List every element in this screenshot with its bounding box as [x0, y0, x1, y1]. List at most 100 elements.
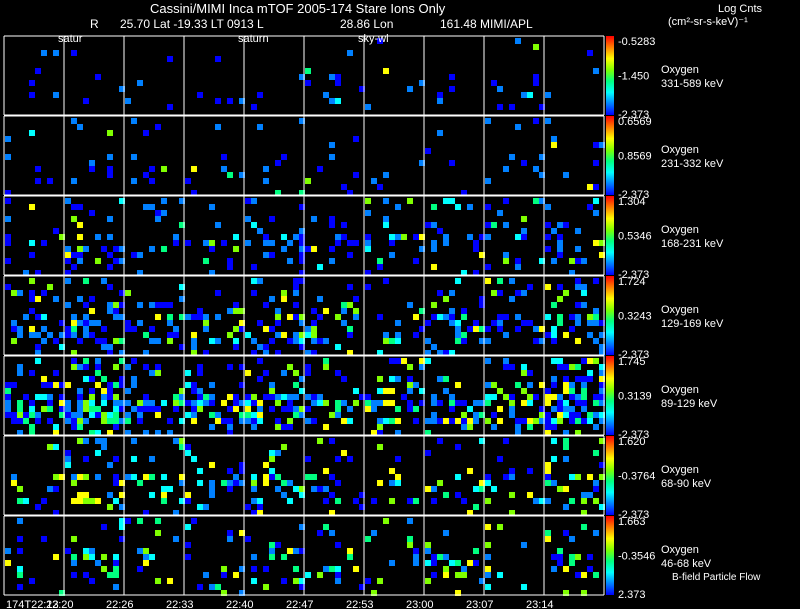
heatmap-cell: [131, 178, 137, 184]
heatmap-cell: [257, 124, 263, 130]
heatmap-cell: [455, 572, 461, 578]
heatmap-cell: [377, 418, 383, 424]
heatmap-cell: [443, 492, 449, 498]
heatmap-cell: [113, 314, 119, 320]
heatmap-cell: [545, 394, 551, 400]
heatmap-cell: [89, 308, 95, 314]
heatmap-cell: [467, 234, 473, 240]
heatmap-cell: [347, 284, 353, 290]
heatmap-cell: [557, 548, 563, 554]
heatmap-cell: [251, 578, 257, 584]
heatmap-cell: [413, 418, 419, 424]
heatmap-cell: [41, 382, 47, 388]
heatmap-cell: [305, 370, 311, 376]
heatmap-cell: [41, 406, 47, 412]
heatmap-cell: [65, 406, 71, 412]
heatmap-cell: [311, 246, 317, 252]
heatmap-cell: [305, 364, 311, 370]
heatmap-cell: [275, 160, 281, 166]
heatmap-cell: [557, 554, 563, 560]
heatmap-cell: [557, 284, 563, 290]
heatmap-cell: [371, 498, 377, 504]
species-label: Oxygen: [661, 304, 699, 316]
heatmap-cell: [101, 400, 107, 406]
heatmap-cell: [89, 332, 95, 338]
heatmap-cell: [305, 418, 311, 424]
heatmap-cell: [575, 258, 581, 264]
heatmap-cell: [77, 252, 83, 258]
heatmap-cell: [41, 326, 47, 332]
heatmap-cell: [167, 314, 173, 320]
heatmap-cell: [551, 228, 557, 234]
heatmap-cell: [197, 400, 203, 406]
heatmap-cell: [251, 412, 257, 418]
heatmap-cell: [521, 234, 527, 240]
heatmap-cell: [491, 412, 497, 418]
heatmap-cell: [575, 572, 581, 578]
heatmap-cell: [269, 296, 275, 302]
heatmap-cell: [551, 258, 557, 264]
heatmap-cell: [551, 358, 557, 364]
heatmap-cell: [569, 474, 575, 480]
energy-range-label: 231-332 keV: [661, 158, 724, 170]
heatmap-cell: [443, 314, 449, 320]
heatmap-cell: [581, 302, 587, 308]
heatmap-cell: [401, 234, 407, 240]
heatmap-cell: [233, 406, 239, 412]
heatmap-cell: [377, 376, 383, 382]
heatmap-cell: [431, 412, 437, 418]
species-label: Oxygen: [661, 544, 699, 556]
heatmap-cell: [485, 278, 491, 284]
heatmap-cell: [155, 412, 161, 418]
heatmap-cell: [443, 234, 449, 240]
heatmap-cell: [347, 252, 353, 258]
heatmap-cell: [587, 492, 593, 498]
heatmap-cell: [65, 382, 71, 388]
heatmap-cell: [311, 400, 317, 406]
heatmap-cell: [71, 314, 77, 320]
heatmap-cell: [593, 240, 599, 246]
heatmap-cell: [581, 572, 587, 578]
heatmap-cell: [71, 554, 77, 560]
heatmap-cell: [167, 302, 173, 308]
heatmap-cell: [71, 332, 77, 338]
heatmap-cell: [77, 364, 83, 370]
colorbar-mid-label: 0.3243: [618, 311, 652, 323]
heatmap-cell: [275, 450, 281, 456]
heatmap-cell: [5, 216, 11, 222]
heatmap-cell: [77, 418, 83, 424]
heatmap-cell: [365, 406, 371, 412]
heatmap-cell: [233, 474, 239, 480]
heatmap-cell: [125, 412, 131, 418]
heatmap-cell: [47, 400, 53, 406]
heatmap-cell: [431, 400, 437, 406]
heatmap-cell: [269, 456, 275, 462]
heatmap-cell: [437, 400, 443, 406]
heatmap-cell: [167, 332, 173, 338]
heatmap-cell: [551, 136, 557, 142]
heatmap-cell: [107, 130, 113, 136]
heatmap-cell: [269, 394, 275, 400]
heatmap-cell: [377, 400, 383, 406]
heatmap-cell: [575, 338, 581, 344]
heatmap-cell: [5, 560, 11, 566]
heatmap-cell: [425, 320, 431, 326]
heatmap-cell: [125, 518, 131, 524]
colorbar-max-label: 1.745: [618, 356, 646, 368]
heatmap-cell: [209, 240, 215, 246]
heatmap-cell: [449, 86, 455, 92]
heatmap-cell: [245, 332, 251, 338]
heatmap-cell: [29, 308, 35, 314]
heatmap-cell: [593, 358, 599, 364]
heatmap-cell: [107, 166, 113, 172]
heatmap-cell: [527, 394, 533, 400]
heatmap-cell: [329, 154, 335, 160]
heatmap-cell: [233, 234, 239, 240]
heatmap-cell: [257, 406, 263, 412]
heatmap-cell: [71, 264, 77, 270]
heatmap-cell: [191, 314, 197, 320]
heatmap-cell: [113, 424, 119, 430]
heatmap-cell: [587, 184, 593, 190]
heatmap-cell: [395, 320, 401, 326]
heatmap-cell: [149, 326, 155, 332]
